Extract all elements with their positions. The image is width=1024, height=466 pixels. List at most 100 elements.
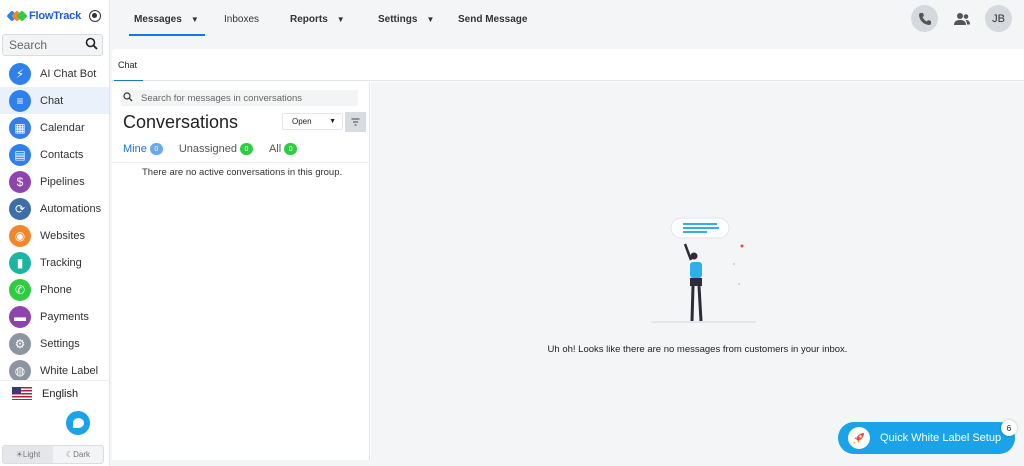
sidebar-item-label: Websites (40, 229, 86, 242)
sidebar-item-payments[interactable]: ▬ Payments (0, 303, 109, 330)
subtab-unassigned[interactable]: Unassigned 0 (179, 143, 253, 155)
brand-name: FlowTrack (29, 10, 81, 22)
status-dropdown[interactable]: Open ▼ (282, 113, 343, 130)
palette-icon: ◍ (9, 359, 31, 382)
sidebar-item-phone[interactable]: ✆ Phone (0, 276, 109, 303)
tab-messages[interactable]: Messages ▼ (129, 14, 205, 36)
sidebar-item-ai-chat-bot[interactable]: ⚡ AI Chat Bot (0, 60, 109, 87)
sidebar-search (2, 34, 103, 56)
theme-dark-label: Dark (73, 450, 91, 459)
sidebar-item-label: Pipelines (40, 175, 85, 188)
record-icon[interactable] (89, 10, 101, 22)
quick-white-label-setup-button[interactable]: Quick White Label Setup (838, 422, 1015, 454)
brand-logo-icon (6, 10, 28, 22)
quick-setup-label: Quick White Label Setup (880, 432, 1002, 444)
sidebar-item-label: Contacts (40, 148, 84, 161)
count-badge: 0 (149, 143, 163, 155)
theme-dark-button[interactable]: ☾ Dark (53, 446, 103, 463)
subtab-label: Mine (123, 143, 147, 155)
tab-label: Send Message (458, 14, 528, 25)
conversation-detail: Uh oh! Looks like there are no messages … (371, 82, 1024, 460)
tab-label: Reports (290, 14, 328, 25)
moon-icon: ☾ (65, 450, 74, 459)
sidebar-item-label: Settings (40, 337, 80, 350)
conversation-search (121, 90, 358, 106)
users-icon[interactable] (948, 5, 975, 32)
dollar-icon: $ (9, 170, 31, 193)
sidebar-item-chat[interactable]: ≡ Chat (0, 87, 109, 114)
chat-icon: ≡ (9, 89, 31, 112)
sidebar-item-label: Phone (40, 283, 72, 296)
language-selector[interactable]: English (0, 380, 109, 406)
filter-button[interactable] (345, 112, 366, 132)
topbar-actions: JB (911, 5, 1012, 32)
count-badge: 0 (284, 143, 298, 155)
sidebar-item-contacts[interactable]: ▤ Contacts (0, 141, 109, 168)
sidebar: FlowTrack ⚡ AI Chat Bot ≡ Chat ▦ Calendar ▤ Con… (0, 0, 110, 466)
tab-label: Inboxes (224, 14, 260, 25)
bar-chart-icon: ▮ (9, 251, 31, 274)
empty-inbox-illustration (651, 217, 756, 323)
conversation-subtabs: Mine 0 Unassigned 0 All 0 (121, 143, 298, 163)
card-icon: ▬ (9, 305, 31, 328)
empty-conversations-text: There are no active conversations in thi… (142, 167, 343, 178)
bolt-icon: ⚡ (9, 62, 31, 85)
tab-inboxes[interactable]: Inboxes (224, 14, 259, 25)
globe-icon: ◉ (9, 224, 31, 247)
sidebar-item-label: AI Chat Bot (40, 67, 97, 80)
tab-label: Messages (134, 14, 182, 25)
search-icon[interactable] (85, 37, 98, 53)
panel-tabs: Chat (112, 49, 1024, 81)
automation-icon: ⟳ (9, 197, 31, 220)
caret-down-icon: ▼ (190, 15, 199, 24)
tab-send-message[interactable]: Send Message (458, 14, 527, 25)
conversations-title: Conversations (123, 112, 239, 132)
tab-chat[interactable]: Chat (113, 60, 144, 81)
sidebar-item-label: Payments (40, 310, 89, 323)
tab-reports[interactable]: Reports ▼ (290, 14, 345, 25)
top-nav: Messages ▼ Inboxes Reports ▼ Settings ▼ Sen… (111, 0, 1024, 46)
theme-light-button[interactable]: ☀ Light (3, 446, 53, 463)
calendar-icon: ▦ (9, 116, 31, 139)
sidebar-item-automations[interactable]: ⟳ Automations (0, 195, 109, 222)
phone-icon: ✆ (9, 278, 31, 301)
sidebar-item-label: White Label (40, 364, 99, 377)
support-chat-button[interactable] (66, 411, 90, 435)
conversation-search-input[interactable] (141, 92, 351, 104)
sidebar-item-label: Automations (40, 202, 102, 215)
search-icon (123, 91, 133, 105)
main-panel: Chat Conversations Open ▼ Mine0Unassigne… (112, 49, 1024, 460)
theme-light-label: Light (22, 450, 41, 459)
user-avatar[interactable]: JB (985, 5, 1012, 32)
us-flag-icon (12, 387, 32, 400)
sidebar-item-settings[interactable]: ⚙ Settings (0, 330, 109, 357)
subtab-all[interactable]: All 0 (268, 143, 298, 155)
count-badge: 0 (239, 143, 253, 155)
sun-icon: ☀ (15, 450, 23, 459)
phone-icon[interactable] (911, 5, 938, 32)
sidebar-item-label: Calendar (40, 121, 85, 134)
subtab-mine[interactable]: Mine 0 (121, 143, 165, 163)
caret-down-icon: ▼ (336, 15, 345, 24)
subtab-label: Unassigned (178, 143, 237, 155)
theme-toggle: ☀ Light ☾ Dark (2, 445, 104, 464)
conversations-list: Conversations Open ▼ Mine0Unassigned0All… (112, 82, 370, 460)
sidebar-item-tracking[interactable]: ▮ Tracking (0, 249, 109, 276)
sidebar-nav: ⚡ AI Chat Bot ≡ Chat ▦ Calendar ▤ Contacts $ Pipe… (0, 60, 109, 384)
sidebar-item-calendar[interactable]: ▦ Calendar (0, 114, 109, 141)
filter-icon (351, 118, 360, 126)
sidebar-item-label: Chat (40, 94, 64, 107)
caret-down-icon: ▼ (329, 118, 336, 125)
sidebar-search-input[interactable] (9, 38, 79, 52)
sidebar-item-websites[interactable]: ◉ Websites (0, 222, 109, 249)
tab-settings[interactable]: Settings ▼ (378, 14, 434, 25)
tab-label: Settings (378, 14, 418, 25)
quick-setup-count-badge: 6 (1001, 420, 1017, 436)
sidebar-item-pipelines[interactable]: $ Pipelines (0, 168, 109, 195)
subtab-label: All (268, 143, 282, 155)
status-value: Open (292, 117, 312, 126)
brand[interactable]: FlowTrack (0, 0, 109, 32)
empty-inbox-message: Uh oh! Looks like there are no messages … (547, 344, 848, 355)
caret-down-icon: ▼ (426, 15, 435, 24)
gear-icon: ⚙ (9, 332, 31, 355)
